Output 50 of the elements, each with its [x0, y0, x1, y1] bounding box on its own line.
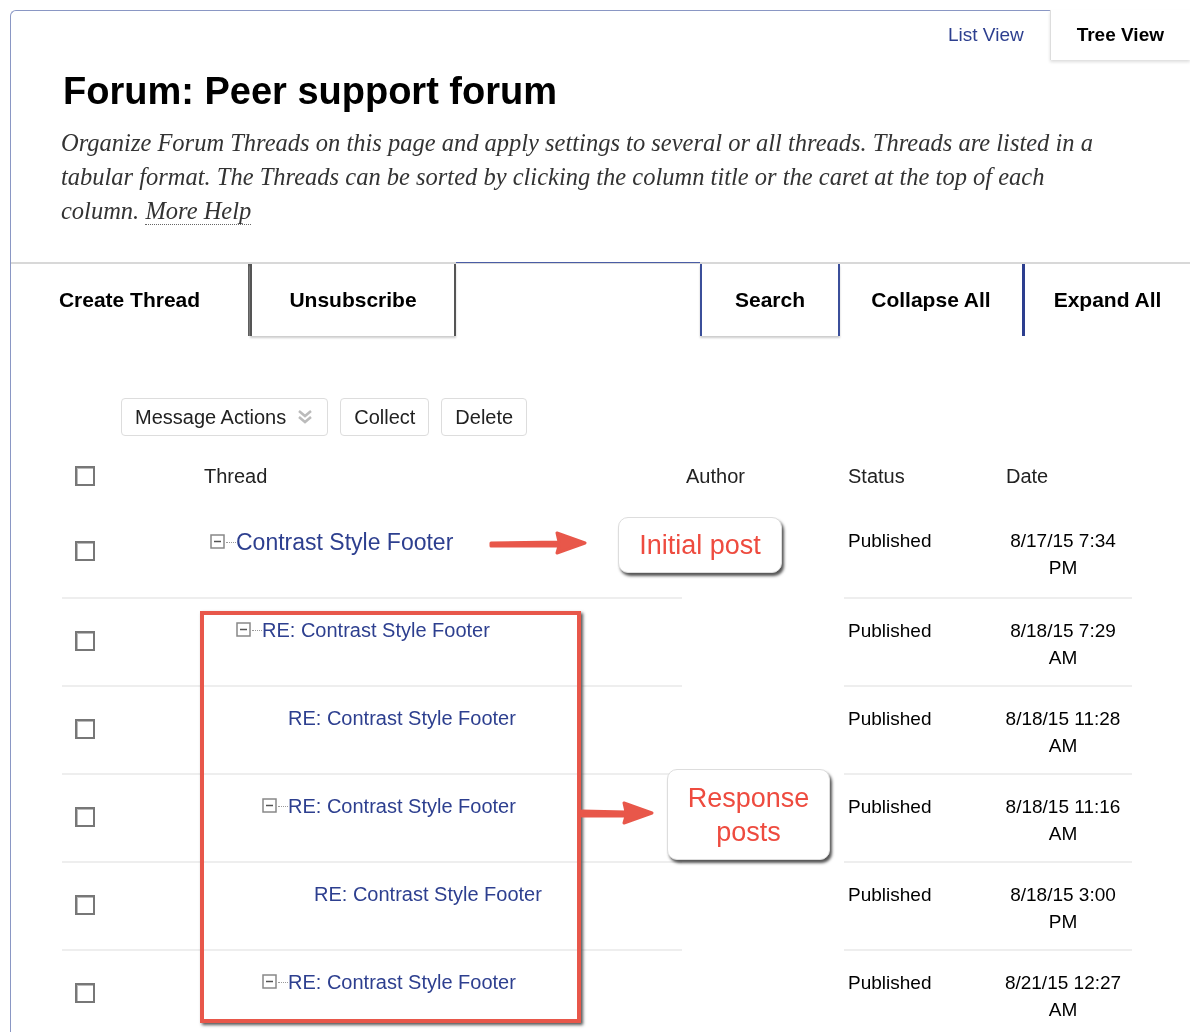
more-help-link[interactable]: More Help: [145, 197, 252, 225]
date-cell-text: 8/18/15 3:00 PM: [1009, 883, 1117, 934]
action-button[interactable]: Delete: [441, 398, 528, 436]
view-tab[interactable]: List View: [922, 10, 1050, 60]
thread-link[interactable]: RE: Contrast Style Footer: [314, 879, 542, 909]
checkbox[interactable]: [75, 719, 95, 739]
status-cell-text: Published: [847, 884, 932, 905]
action-button[interactable]: Collect: [340, 398, 430, 436]
status-cell-text: Published: [847, 530, 932, 551]
column-header[interactable]: Date: [994, 461, 1132, 491]
column-header[interactable]: Status: [844, 461, 905, 491]
toolbar-button[interactable]: Search: [700, 264, 840, 336]
date-cell-text: 8/21/15 12:27 AM: [1003, 971, 1123, 1022]
arrow-icon: [489, 530, 587, 556]
toolbar-button[interactable]: Expand All: [1025, 264, 1190, 336]
date-cell-text: 8/18/15 11:16 AM: [1004, 795, 1122, 846]
thread-link[interactable]: RE: Contrast Style Footer: [288, 967, 516, 997]
collapse-icon[interactable]: [236, 622, 252, 638]
toolbar-button[interactable]: Unsubscribe: [250, 264, 456, 336]
date-cell-text: 8/17/15 7:34 PM: [1009, 529, 1117, 580]
thread-link[interactable]: Contrast Style Footer: [236, 525, 454, 560]
collapse-icon[interactable]: [262, 798, 278, 814]
arrow-icon: [580, 800, 654, 826]
collapse-icon[interactable]: [210, 534, 226, 551]
thread-link[interactable]: RE: Contrast Style Footer: [288, 703, 516, 733]
thread-link[interactable]: RE: Contrast Style Footer: [262, 615, 490, 645]
status-cell-text: Published: [847, 708, 932, 729]
callout: Response posts: [667, 769, 830, 860]
checkbox[interactable]: [75, 807, 95, 827]
toolbar-button[interactable]: Create Thread: [11, 264, 250, 336]
checkbox[interactable]: [75, 631, 95, 651]
actions-menu-button[interactable]: Message Actions: [121, 398, 329, 436]
column-header[interactable]: Author: [682, 461, 745, 491]
toolbar-button[interactable]: Collapse All: [840, 264, 1025, 336]
date-cell-text: 8/18/15 11:28 AM: [1004, 707, 1122, 758]
collapse-icon[interactable]: [262, 974, 278, 990]
status-cell-text: Published: [847, 972, 932, 993]
status-cell-text: Published: [847, 620, 932, 641]
status-cell-text: Published: [847, 796, 932, 817]
page-description: Organize Forum Threads on this page and apply settings to several or all threads. Threads are listed in a tabular format. The Threads can be sorted by clicking the column title or the caret at the top of each column. More Help: [61, 128, 1094, 227]
page-title: Forum: Peer support forum: [63, 69, 559, 114]
column-header[interactable]: Thread: [200, 461, 268, 491]
date-cell-text: 8/18/15 7:29 AM: [1009, 619, 1117, 670]
checkbox[interactable]: [75, 541, 95, 561]
view-tab[interactable]: Tree View: [1049, 10, 1190, 60]
checkbox[interactable]: [75, 895, 95, 915]
checkbox[interactable]: [75, 983, 95, 1003]
callout: Initial post: [618, 517, 782, 573]
thread-link[interactable]: RE: Contrast Style Footer: [288, 791, 516, 821]
checkbox[interactable]: [75, 466, 95, 486]
